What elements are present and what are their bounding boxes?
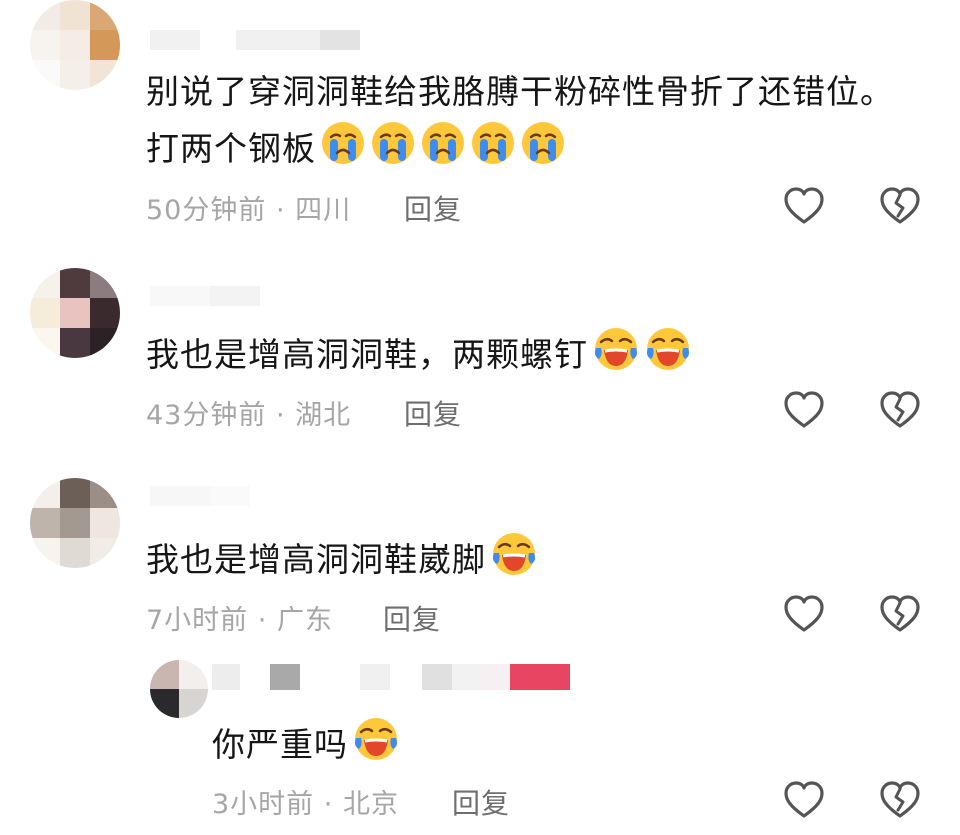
broken-heart-icon[interactable]: [876, 776, 924, 824]
avatar[interactable]: [30, 0, 120, 90]
avatar[interactable]: [30, 478, 120, 568]
username-blurred[interactable]: [212, 664, 570, 690]
comment-text: 别说了穿洞洞鞋给我胳膊干粉碎性骨折了还错位。 打两个钢板: [146, 64, 894, 183]
laughing-crying-face-emoji: [490, 531, 538, 594]
comment-location: 广东: [276, 605, 333, 636]
emoji-row: [348, 718, 400, 764]
laughing-crying-face-emoji: [352, 716, 400, 779]
comment-meta: 7小时前 · 广东: [146, 598, 333, 637]
comment-time: 50分钟前: [146, 195, 267, 226]
reply-meta: 3小时前 · 北京: [212, 782, 399, 821]
broken-heart-icon[interactable]: [876, 590, 924, 638]
meta-separator: ·: [323, 789, 334, 820]
comment-meta: 50分钟前 · 四川: [146, 188, 351, 227]
emoji-row: [316, 122, 566, 168]
crying-face-emoji: [320, 120, 366, 183]
comment-location: 北京: [342, 789, 399, 820]
comment-time: 3小时前: [212, 789, 315, 820]
meta-separator: ·: [275, 400, 286, 431]
laughing-crying-face-emoji: [592, 326, 640, 389]
meta-separator: ·: [257, 605, 268, 636]
reply-button[interactable]: 回复: [404, 188, 462, 228]
heart-outline-icon[interactable]: [780, 776, 828, 824]
reply-text: 你严重吗: [212, 716, 400, 779]
reply-button[interactable]: 回复: [383, 598, 441, 638]
crying-face-emoji: [470, 120, 516, 183]
comment-text: 我也是增高洞洞鞋崴脚: [146, 531, 538, 594]
comment-time: 43分钟前: [146, 400, 267, 431]
comment-text: 我也是增高洞洞鞋，两颗螺钉: [146, 326, 692, 389]
crying-face-emoji: [420, 120, 466, 183]
broken-heart-icon[interactable]: [876, 386, 924, 434]
emoji-row: [588, 328, 692, 374]
username-blurred[interactable]: [150, 486, 250, 506]
comment-location: 四川: [295, 195, 352, 226]
crying-face-emoji: [370, 120, 416, 183]
comment-time: 7小时前: [146, 605, 249, 636]
crying-face-emoji: [520, 120, 566, 183]
laughing-crying-face-emoji: [644, 326, 692, 389]
username-blurred[interactable]: [150, 286, 260, 306]
heart-outline-icon[interactable]: [780, 590, 828, 638]
comment-meta: 43分钟前 · 湖北: [146, 393, 351, 432]
meta-separator: ·: [275, 195, 286, 226]
avatar[interactable]: [30, 268, 120, 358]
heart-outline-icon[interactable]: [780, 182, 828, 230]
username-blurred[interactable]: [150, 30, 360, 50]
reply-button[interactable]: 回复: [452, 782, 510, 822]
comment-location: 湖北: [295, 400, 352, 431]
broken-heart-icon[interactable]: [876, 182, 924, 230]
reply-button[interactable]: 回复: [404, 393, 462, 433]
avatar[interactable]: [150, 660, 208, 718]
heart-outline-icon[interactable]: [780, 386, 828, 434]
emoji-row: [486, 533, 538, 579]
